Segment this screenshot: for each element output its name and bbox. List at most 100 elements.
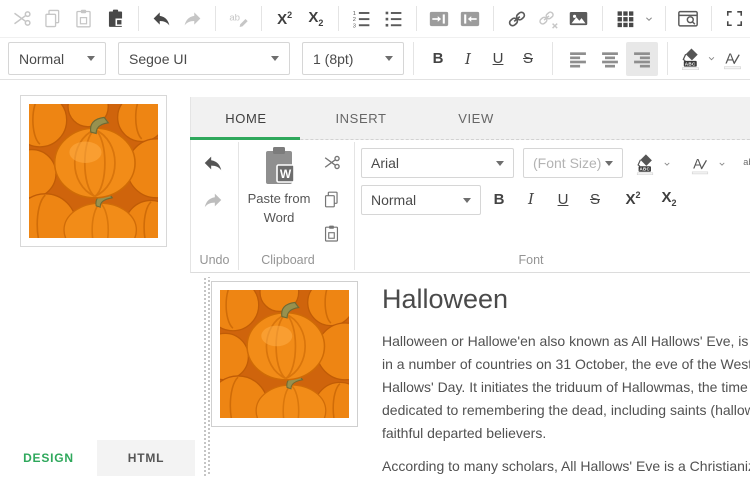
outdent-button[interactable] — [455, 4, 486, 34]
ribbon-format-value: Normal — [371, 192, 416, 208]
create-table-button[interactable] — [610, 4, 641, 34]
format-dropdown-value: Normal — [19, 51, 64, 67]
paragraph-line: According to many scholars, All Hallows'… — [382, 455, 750, 478]
main-toolbar-row2: Normal Segoe UI 1 (8pt) B I U S — [0, 38, 750, 80]
dropdown-caret-icon — [605, 161, 613, 166]
unlink-button[interactable] — [532, 4, 563, 34]
paste-button[interactable] — [68, 4, 99, 34]
table-dropdown-button[interactable] — [641, 4, 658, 34]
unordered-list-button[interactable] — [378, 4, 409, 34]
subscript-label: X2 — [308, 10, 323, 28]
subscript-button[interactable]: X2 — [300, 4, 331, 34]
ribbon-superscript-button[interactable]: X2 — [615, 183, 651, 215]
background-color-dropdown[interactable] — [704, 43, 719, 75]
table-icon — [617, 11, 633, 27]
view-html-button[interactable] — [673, 4, 704, 34]
underline-button[interactable]: U — [483, 43, 513, 75]
align-right-button[interactable] — [626, 42, 658, 76]
paste-from-word-icon — [261, 145, 297, 187]
chevron-down-icon — [647, 17, 652, 20]
ribbon-font-color-button[interactable] — [686, 150, 713, 177]
outdent-icon — [461, 11, 479, 25]
insert-link-button[interactable] — [501, 4, 532, 34]
align-left-button[interactable] — [562, 42, 594, 76]
content-image-thumbnail[interactable] — [20, 95, 167, 247]
ribbon-format-dropdown[interactable]: Normal — [361, 185, 481, 215]
strikethrough-button[interactable]: S — [513, 43, 543, 75]
toolbar-separator — [552, 42, 553, 75]
paste-icon — [325, 225, 337, 240]
font-size-dropdown[interactable]: 1 (8pt) — [302, 42, 404, 75]
pumpkins-photo — [220, 290, 349, 418]
ordered-list-icon — [353, 11, 370, 29]
font-family-dropdown[interactable]: Segoe UI — [118, 42, 290, 75]
ribbon-bold-button[interactable]: B — [484, 183, 514, 215]
tab-home[interactable]: HOME — [191, 97, 301, 139]
paste-icon — [77, 10, 90, 27]
tab-design[interactable]: DESIGN — [0, 440, 97, 476]
toolbar-separator — [138, 6, 139, 31]
undo-icon — [153, 12, 169, 25]
paragraph-line: in a number of countries on 31 October, … — [382, 353, 750, 376]
find-replace-button[interactable] — [223, 4, 254, 34]
ribbon-redo-button[interactable] — [199, 186, 227, 214]
redo-button[interactable] — [177, 4, 208, 34]
indent-button[interactable] — [424, 4, 455, 34]
ribbon-italic-button[interactable]: I — [516, 183, 546, 215]
ribbon-subscript-button[interactable]: X2 — [651, 183, 687, 215]
fullscreen-button[interactable] — [719, 4, 750, 34]
font-color-dropdown[interactable] — [746, 43, 750, 75]
paste-from-word-button[interactable] — [99, 4, 130, 34]
ordered-list-button[interactable] — [346, 4, 377, 34]
cut-icon — [15, 12, 30, 25]
ribbon-cut-button[interactable] — [319, 150, 343, 174]
ribbon-font-size-dropdown[interactable]: (Font Size) — [523, 148, 623, 178]
italic-button[interactable]: I — [453, 43, 483, 75]
pumpkins-photo — [29, 104, 158, 238]
ribbon-font-color-dropdown[interactable] — [714, 154, 729, 174]
align-center-button[interactable] — [594, 42, 626, 76]
ribbon-strikethrough-button[interactable]: S — [580, 183, 610, 215]
ribbon-paste-button[interactable] — [319, 221, 343, 245]
undo-group-label: Undo — [191, 253, 238, 267]
font-color-icon — [692, 156, 708, 173]
tab-design-label: DESIGN — [23, 451, 74, 465]
tab-view-label: VIEW — [458, 111, 494, 126]
bold-label: B — [494, 191, 505, 208]
document-image[interactable] — [211, 281, 358, 427]
toolbar-separator — [665, 6, 666, 31]
toolbar-separator — [261, 6, 262, 31]
bold-button[interactable]: B — [423, 43, 453, 75]
ribbon-undo-button[interactable] — [199, 149, 227, 177]
highlight-color-icon — [637, 154, 653, 174]
document-paragraph-2[interactable]: According to many scholars, All Hallows'… — [382, 455, 750, 478]
document-paragraph-1[interactable]: Halloween or Hallowe'en also known as Al… — [382, 330, 750, 445]
format-dropdown[interactable]: Normal — [8, 42, 106, 75]
superscript-button[interactable]: X2 — [269, 4, 300, 34]
ribbon-underline-button[interactable]: U — [548, 183, 578, 215]
insert-image-button[interactable] — [563, 4, 594, 34]
copy-button[interactable] — [37, 4, 68, 34]
tab-insert[interactable]: INSERT — [301, 97, 421, 139]
tab-view[interactable]: VIEW — [421, 97, 531, 139]
font-color-button[interactable] — [719, 43, 746, 75]
ribbon-font-family-dropdown[interactable]: Arial — [361, 148, 514, 178]
ribbon-paste-from-word-button[interactable]: Paste from Word — [239, 145, 319, 245]
indent-icon — [430, 11, 448, 25]
cut-button[interactable] — [6, 4, 37, 34]
undo-button[interactable] — [146, 4, 177, 34]
background-color-button[interactable] — [677, 43, 704, 75]
dropdown-caret-icon — [385, 56, 393, 61]
ribbon-background-color-button[interactable] — [631, 150, 658, 177]
font-group-label: Font — [361, 253, 701, 267]
ribbon-find-replace-button[interactable] — [739, 150, 750, 176]
ribbon-copy-button[interactable] — [319, 187, 343, 211]
tab-html[interactable]: HTML — [97, 440, 195, 476]
view-html-icon — [679, 11, 697, 25]
ribbon-background-color-dropdown[interactable] — [659, 154, 674, 174]
document-heading[interactable]: Halloween — [382, 284, 508, 315]
ribbon-separator — [354, 142, 355, 270]
unordered-list-icon — [385, 12, 401, 27]
ribbon: Undo Paste from Word Clipboard Arial (Fo… — [190, 140, 750, 273]
ribbon-tabbar: HOME INSERT VIEW — [190, 97, 750, 140]
